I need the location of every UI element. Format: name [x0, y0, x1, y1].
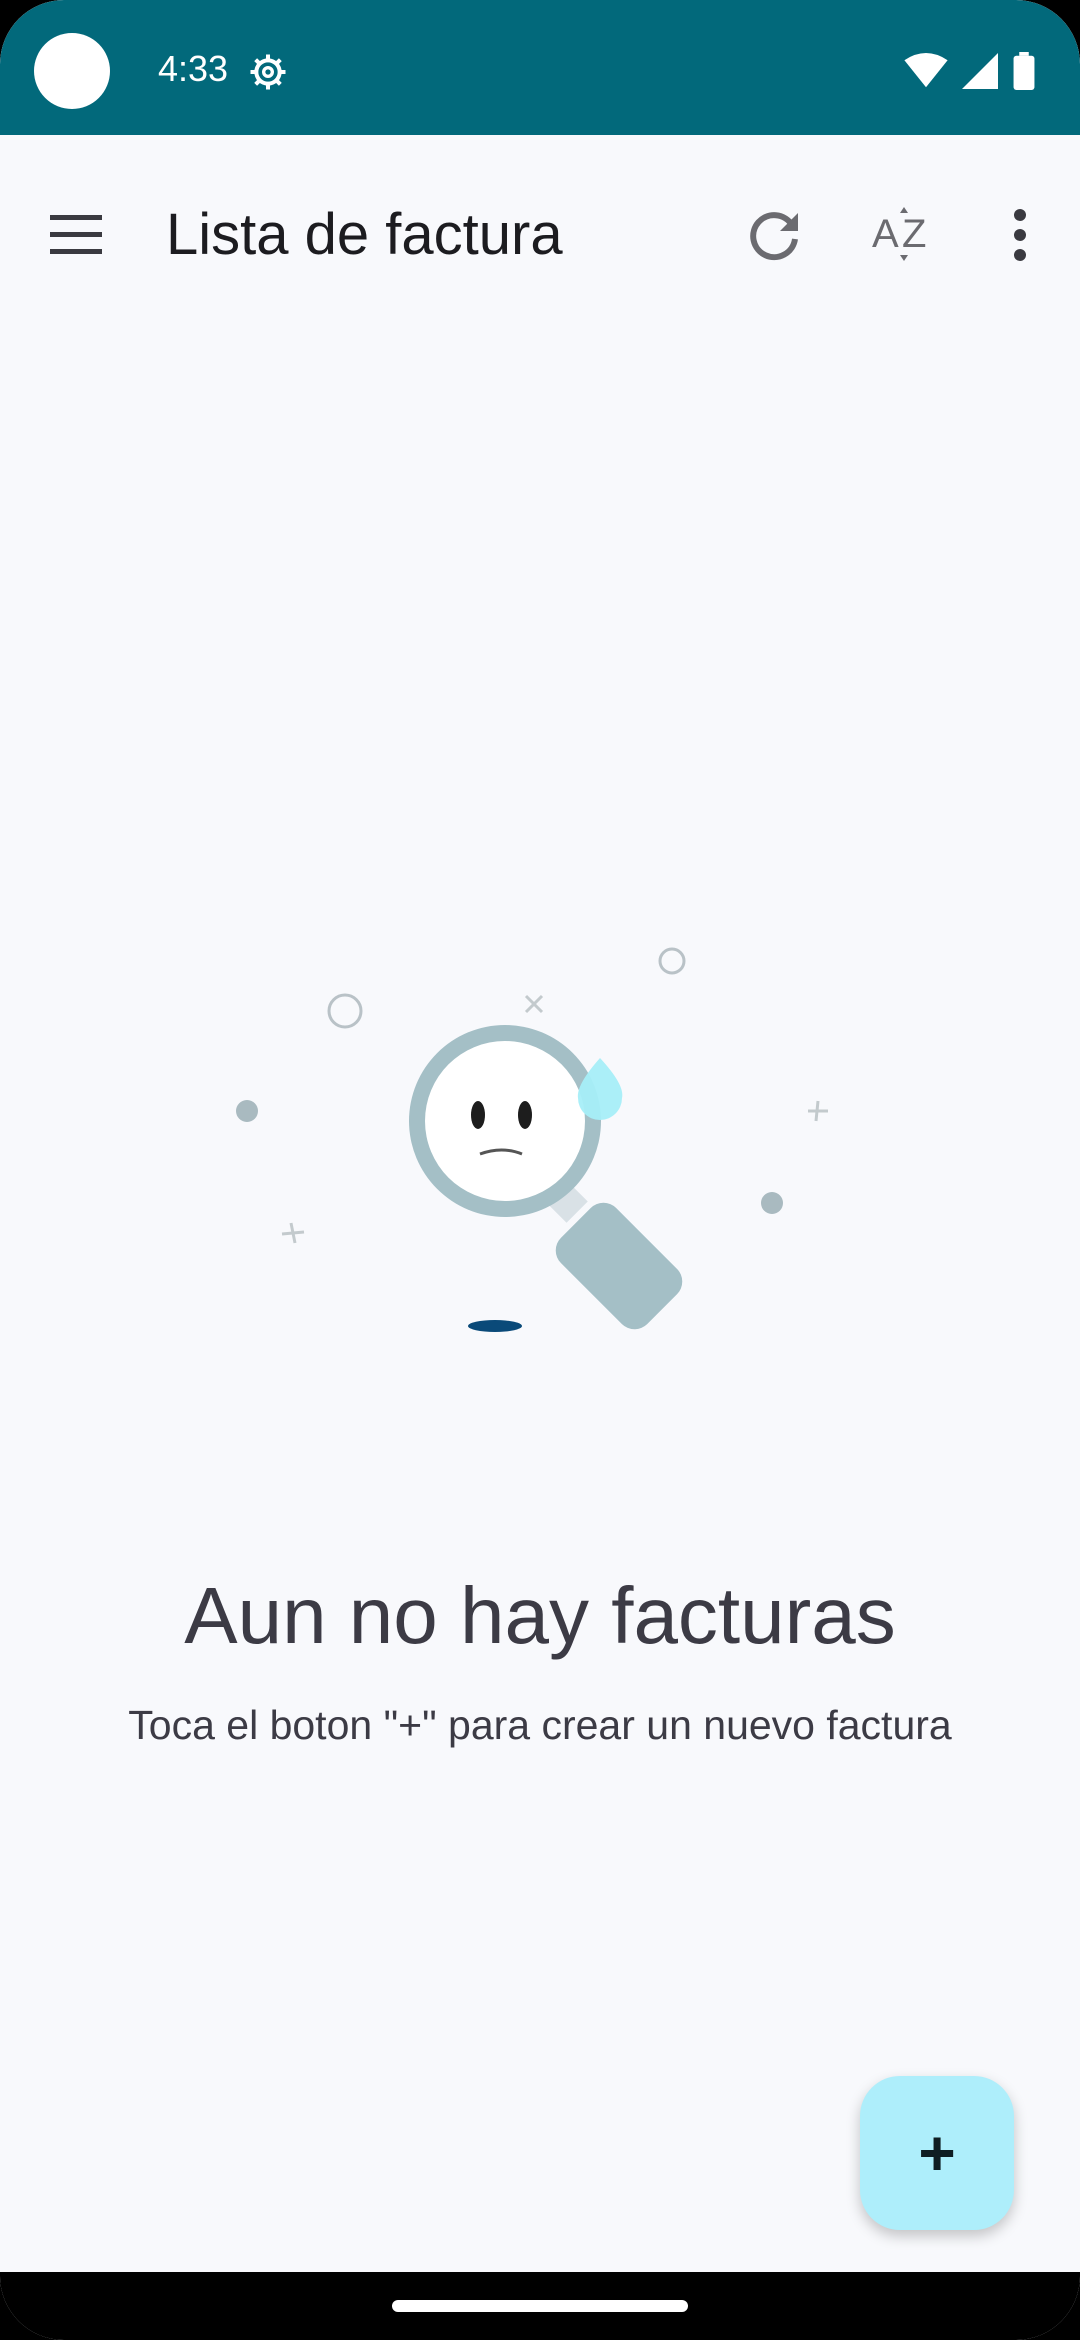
wifi-icon: [904, 53, 948, 94]
status-time: 4:33: [158, 48, 229, 89]
battery-icon: [1012, 52, 1036, 95]
screen: 4:33 Lista de factura A Z Aun no hay fac…: [0, 0, 1080, 2340]
menu-icon: [36, 215, 116, 279]
more-options-button[interactable]: [980, 195, 1060, 275]
page-title: Lista de factura: [166, 202, 563, 267]
sort-az-button[interactable]: A Z: [864, 195, 944, 275]
add-invoice-fab[interactable]: +: [860, 2076, 1014, 2230]
svg-text:Z: Z: [902, 212, 926, 256]
refresh-icon: [734, 212, 814, 279]
home-gesture-handle[interactable]: [392, 2300, 688, 2312]
more-vert-icon: [980, 209, 1060, 279]
app-bar: Lista de factura A Z: [0, 135, 1080, 315]
sad-magnifier-illustration: [200, 920, 880, 1360]
menu-button[interactable]: [36, 195, 116, 275]
camera-cutout: [34, 33, 110, 109]
status-bar: 4:33: [0, 0, 1080, 135]
gear-icon: [248, 52, 288, 97]
signal-icon: [962, 53, 998, 94]
empty-state-subtitle: Toca el boton "+" para crear un nuevo fa…: [128, 1702, 952, 1748]
system-nav-bar: [0, 2272, 1080, 2340]
sort-az-icon: A Z: [864, 207, 944, 279]
empty-state-title: Aun no hay facturas: [184, 1571, 896, 1660]
add-icon: +: [918, 2117, 956, 2189]
refresh-button[interactable]: [734, 195, 814, 275]
svg-text:A: A: [872, 212, 899, 256]
